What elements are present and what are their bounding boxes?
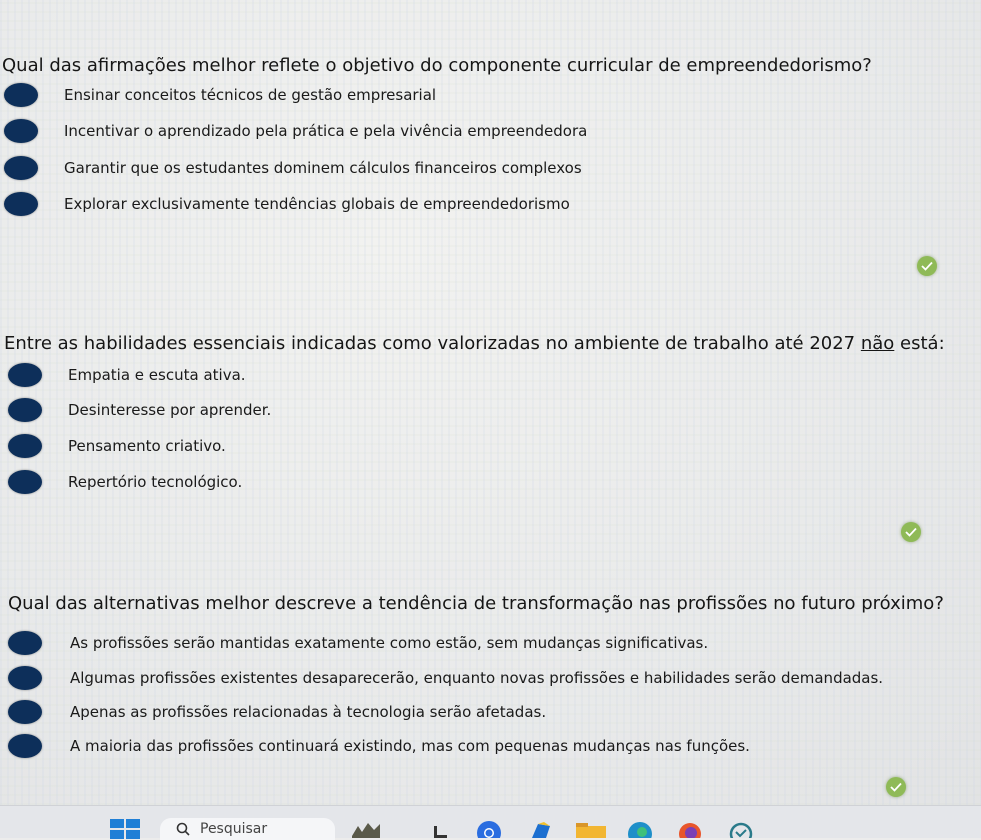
firefox-icon[interactable] bbox=[676, 820, 704, 838]
phone-link-icon[interactable] bbox=[728, 820, 754, 838]
chrome-icon[interactable] bbox=[474, 820, 504, 838]
windows-start-icon[interactable] bbox=[110, 819, 140, 839]
question-1-option-3[interactable]: Garantir que os estudantes dominem cálcu… bbox=[4, 153, 582, 183]
option-label: A maioria das profissões continuará exis… bbox=[70, 737, 750, 755]
check-icon bbox=[886, 777, 906, 797]
option-label: Incentivar o aprendizado pela prática e … bbox=[64, 122, 588, 140]
edge-icon[interactable] bbox=[626, 820, 654, 838]
radio-bullet[interactable] bbox=[8, 734, 42, 758]
option-label: Algumas profissões existentes desaparece… bbox=[70, 669, 884, 687]
search-icon bbox=[176, 822, 190, 836]
emphasis-underline: não bbox=[860, 333, 895, 354]
question-1-title: Qual das afirmações melhor reflete o obj… bbox=[2, 55, 872, 76]
radio-bullet[interactable] bbox=[8, 470, 42, 494]
radio-bullet[interactable] bbox=[4, 156, 38, 180]
radio-bullet[interactable] bbox=[4, 119, 38, 143]
option-label: As profissões serão mantidas exatamente … bbox=[70, 634, 709, 652]
radio-bullet[interactable] bbox=[8, 666, 42, 690]
radio-bullet[interactable] bbox=[8, 434, 42, 458]
radio-bullet[interactable] bbox=[8, 631, 42, 655]
option-label: Ensinar conceitos técnicos de gestão emp… bbox=[64, 86, 437, 104]
taskbar: Pesquisar bbox=[0, 805, 981, 840]
question-3-option-3[interactable]: Apenas as profissões relacionadas à tecn… bbox=[8, 697, 546, 727]
form-page: Qual das afirmações melhor reflete o obj… bbox=[0, 0, 981, 805]
option-label: Explorar exclusivamente tendências globa… bbox=[64, 195, 570, 213]
radio-bullet[interactable] bbox=[4, 83, 38, 107]
check-icon bbox=[901, 522, 921, 542]
question-3-option-4[interactable]: A maioria das profissões continuará exis… bbox=[8, 731, 750, 761]
question-1-option-1[interactable]: Ensinar conceitos técnicos de gestão emp… bbox=[4, 80, 436, 110]
question-3-option-2[interactable]: Algumas profissões existentes desaparece… bbox=[8, 663, 883, 693]
radio-bullet[interactable] bbox=[8, 398, 42, 422]
question-2-option-1[interactable]: Empatia e escuta ativa. bbox=[8, 360, 246, 390]
question-2-option-4[interactable]: Repertório tecnológico. bbox=[8, 467, 242, 497]
radio-bullet[interactable] bbox=[4, 192, 38, 216]
question-2-option-3[interactable]: Pensamento criativo. bbox=[8, 431, 226, 461]
check-icon bbox=[917, 256, 937, 276]
option-label: Garantir que os estudantes dominem cálcu… bbox=[64, 159, 582, 177]
search-label: Pesquisar bbox=[200, 821, 268, 837]
question-3-title: Qual das alternativas melhor descreve a … bbox=[8, 593, 944, 614]
option-label: Apenas as profissões relacionadas à tecn… bbox=[70, 703, 547, 721]
option-label: Empatia e escuta ativa. bbox=[68, 366, 246, 384]
question-1-option-4[interactable]: Explorar exclusivamente tendências globa… bbox=[4, 189, 570, 219]
task-view-icon[interactable] bbox=[432, 820, 448, 838]
radio-bullet[interactable] bbox=[8, 700, 42, 724]
question-2-option-2[interactable]: Desinteresse por aprender. bbox=[8, 395, 271, 425]
question-2-title: Entre as habilidades essenciais indicada… bbox=[4, 333, 945, 354]
file-explorer-icon[interactable] bbox=[575, 820, 607, 838]
option-label: Repertório tecnológico. bbox=[68, 473, 243, 491]
question-3-option-1[interactable]: As profissões serão mantidas exatamente … bbox=[8, 628, 708, 658]
widgets-icon[interactable] bbox=[350, 820, 382, 838]
option-label: Desinteresse por aprender. bbox=[68, 401, 272, 419]
radio-bullet[interactable] bbox=[8, 363, 42, 387]
photos-icon[interactable] bbox=[528, 820, 554, 838]
question-1-option-2[interactable]: Incentivar o aprendizado pela prática e … bbox=[4, 116, 587, 146]
option-label: Pensamento criativo. bbox=[68, 437, 226, 455]
